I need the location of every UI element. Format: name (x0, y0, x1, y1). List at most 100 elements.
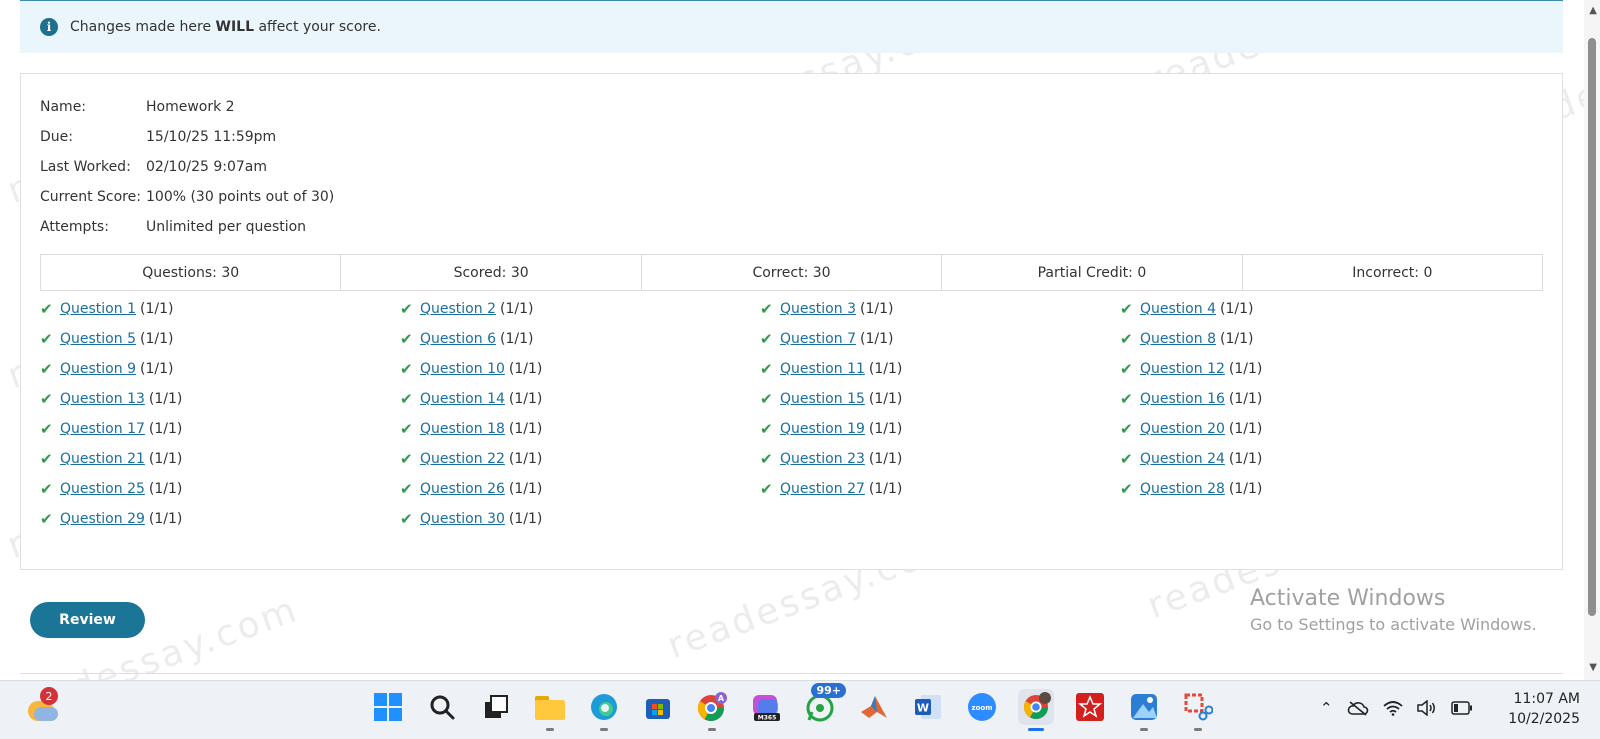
review-button[interactable]: Review (30, 602, 145, 638)
question-link[interactable]: Question 28 (1140, 481, 1225, 497)
question-link[interactable]: Question 21 (60, 451, 145, 467)
whatsapp-icon[interactable]: 99+ (802, 683, 846, 725)
question-link[interactable]: Question 8 (1140, 331, 1216, 347)
last-worked-value: 02/10/25 9:07am (146, 159, 267, 175)
question-link[interactable]: Question 25 (60, 481, 145, 497)
file-explorer-icon[interactable] (532, 689, 568, 731)
clock-time: 11:07 AM (1513, 691, 1580, 707)
question-link[interactable]: Question 2 (420, 301, 496, 317)
system-clock[interactable]: 11:07 AM 10/2/2025 (1500, 689, 1580, 729)
checkmark-icon: ✔ (760, 390, 773, 408)
question-item: ✔ Question 4 (1/1) (1120, 294, 1480, 324)
search-icon[interactable] (424, 689, 460, 725)
cloud-shape (34, 707, 58, 721)
scroll-down-arrow-icon[interactable]: ▼ (1589, 662, 1597, 673)
checkmark-icon: ✔ (1120, 390, 1133, 408)
chrome-profile-icon[interactable]: A (694, 689, 730, 731)
question-item: ✔ Question 24 (1/1) (1120, 444, 1480, 474)
question-score: (1/1) (1228, 391, 1263, 407)
question-item: ✔ Question 9 (1/1) (40, 354, 400, 384)
question-link[interactable]: Question 20 (1140, 421, 1225, 437)
checkmark-icon: ✔ (400, 480, 413, 498)
photos-icon[interactable] (1126, 689, 1162, 731)
chrome-icon[interactable] (1018, 689, 1054, 731)
snipping-tool-icon[interactable] (1180, 689, 1216, 731)
checkmark-icon: ✔ (760, 360, 773, 378)
whatsapp-badge: 99+ (811, 683, 846, 698)
question-item: ✔ Question 16 (1/1) (1120, 384, 1480, 414)
m365-copilot-icon[interactable]: M365 (748, 689, 784, 725)
question-item: ✔ Question 29 (1/1) (40, 504, 400, 534)
question-item: ✔ Question 15 (1/1) (760, 384, 1120, 414)
question-item: ✔ Question 14 (1/1) (400, 384, 760, 414)
question-link[interactable]: Question 18 (420, 421, 505, 437)
weather-widget-icon[interactable]: 2 (24, 687, 60, 727)
question-item: ✔ Question 17 (1/1) (40, 414, 400, 444)
checkmark-icon: ✔ (760, 480, 773, 498)
question-item: ✔ Question 19 (1/1) (760, 414, 1120, 444)
question-score: (1/1) (868, 421, 903, 437)
checkmark-icon: ✔ (1120, 480, 1133, 498)
question-link[interactable]: Question 3 (780, 301, 856, 317)
wifi-icon[interactable] (1382, 700, 1403, 716)
task-view-icon[interactable] (478, 689, 514, 725)
chevron-up-icon[interactable]: ⌃ (1320, 699, 1333, 717)
clock-date: 10/2/2025 (1508, 711, 1580, 727)
word-icon[interactable]: W (910, 689, 946, 725)
question-link[interactable]: Question 14 (420, 391, 505, 407)
windows-start-icon[interactable] (370, 689, 406, 725)
question-link[interactable]: Question 24 (1140, 451, 1225, 467)
question-link[interactable]: Question 27 (780, 481, 865, 497)
question-score: (1/1) (868, 481, 903, 497)
banner-prefix: Changes made here (70, 19, 216, 35)
question-link[interactable]: Question 16 (1140, 391, 1225, 407)
zoom-icon[interactable]: zoom (964, 689, 1000, 725)
question-link[interactable]: Question 4 (1140, 301, 1216, 317)
question-score: (1/1) (1219, 331, 1254, 347)
scroll-thumb[interactable] (1588, 38, 1596, 616)
question-link[interactable]: Question 17 (60, 421, 145, 437)
question-link[interactable]: Question 13 (60, 391, 145, 407)
question-link[interactable]: Question 1 (60, 301, 136, 317)
question-item: ✔ Question 6 (1/1) (400, 324, 760, 354)
question-score: (1/1) (508, 511, 543, 527)
question-link[interactable]: Question 19 (780, 421, 865, 437)
question-score: (1/1) (139, 301, 174, 317)
question-item: ✔ Question 2 (1/1) (400, 294, 760, 324)
checkmark-icon: ✔ (760, 420, 773, 438)
due-value: 15/10/25 11:59pm (146, 129, 277, 145)
battery-icon[interactable] (1450, 701, 1473, 715)
question-link[interactable]: Question 9 (60, 361, 136, 377)
question-item: ✔ Question 1 (1/1) (40, 294, 400, 324)
scroll-up-arrow-icon[interactable]: ▲ (1589, 5, 1597, 16)
checkmark-icon: ✔ (760, 300, 773, 318)
question-link[interactable]: Question 10 (420, 361, 505, 377)
checkmark-icon: ✔ (1120, 420, 1133, 438)
microsoft-store-icon[interactable] (640, 689, 676, 725)
question-link[interactable]: Question 7 (780, 331, 856, 347)
system-tray: ⌃ (1320, 699, 1473, 717)
question-link[interactable]: Question 26 (420, 481, 505, 497)
meta-row-score: Current Score: 100% (30 points out of 30… (40, 182, 334, 212)
assignment-meta: Name: Homework 2 Due: 15/10/25 11:59pm L… (40, 92, 334, 242)
taskbar-apps: A M365 99+ W zoom (370, 683, 1216, 731)
question-link[interactable]: Question 6 (420, 331, 496, 347)
question-score: (1/1) (868, 391, 903, 407)
vertical-scrollbar[interactable]: ▲ ▼ (1584, 0, 1600, 680)
question-link[interactable]: Question 29 (60, 511, 145, 527)
question-link[interactable]: Question 12 (1140, 361, 1225, 377)
question-link[interactable]: Question 23 (780, 451, 865, 467)
question-link[interactable]: Question 30 (420, 511, 505, 527)
edge-browser-icon[interactable] (586, 689, 622, 731)
question-link[interactable]: Question 5 (60, 331, 136, 347)
info-banner: i Changes made here WILL affect your sco… (20, 0, 1563, 53)
matlab-icon[interactable] (856, 689, 892, 725)
question-link[interactable]: Question 15 (780, 391, 865, 407)
question-link[interactable]: Question 22 (420, 451, 505, 467)
question-link[interactable]: Question 11 (780, 361, 865, 377)
wps-pdf-icon[interactable] (1072, 689, 1108, 725)
summary-scored: Scored: 30 (341, 255, 642, 290)
onedrive-icon[interactable] (1347, 700, 1369, 716)
question-item: ✔ Question 20 (1/1) (1120, 414, 1480, 444)
volume-icon[interactable] (1416, 700, 1437, 716)
